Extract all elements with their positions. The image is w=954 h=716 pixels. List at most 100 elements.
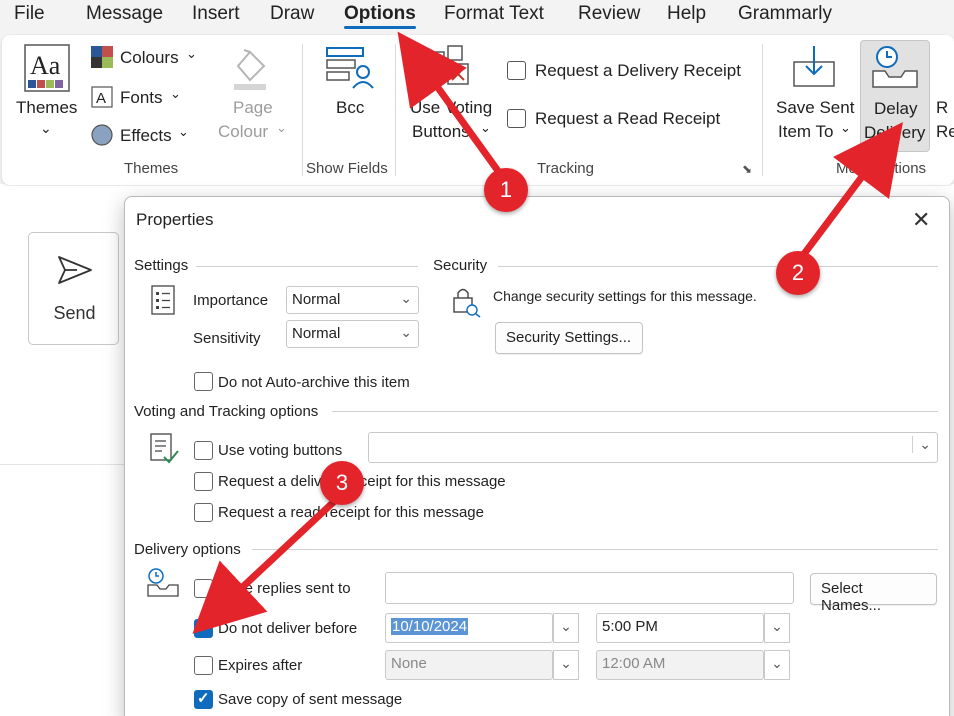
themes-label: Themes (16, 98, 78, 117)
page-colour-label-line2: Colour (218, 122, 269, 141)
deliver-time-value: 5:00 PM (602, 618, 658, 635)
importance-label: Importance (193, 292, 269, 309)
request-delivery-receipt-dialog-checkbox[interactable] (194, 472, 213, 491)
menu-bar: File Message Insert Draw Options Format … (0, 0, 954, 32)
time-picker-chevron-icon[interactable]: ⌄ (764, 650, 790, 680)
expires-time-value: 12:00 AM (602, 655, 666, 672)
delivery-divider (252, 549, 938, 550)
svg-text:A: A (96, 90, 106, 107)
have-replies-checkbox[interactable] (194, 579, 213, 598)
settings-heading: Settings (134, 257, 189, 274)
expires-time-field[interactable]: 12:00 AM (596, 650, 764, 680)
expires-after-checkbox[interactable] (194, 656, 213, 675)
request-delivery-receipt-label: Request a Delivery Receipt (535, 61, 741, 80)
close-icon[interactable]: ✕ (912, 207, 930, 233)
chevron-down-icon: ⌄ (178, 124, 189, 139)
select-names-button[interactable]: Select Names... (810, 573, 937, 614)
security-settings-button[interactable]: Security Settings... (495, 322, 643, 354)
do-not-deliver-label: Do not deliver before (218, 620, 358, 637)
dialog-title: Properties (136, 210, 214, 229)
expires-date-value: None (391, 655, 427, 672)
effects-label: Effects (120, 126, 172, 145)
colours-label: Colours (120, 48, 179, 67)
page-colour-label-line1: Page (233, 98, 273, 117)
sensitivity-value: Normal (292, 325, 341, 342)
bcc-icon (326, 47, 374, 89)
dialog-launcher-icon[interactable]: ⬊ (742, 162, 752, 176)
time-picker-chevron-icon[interactable]: ⌄ (764, 613, 790, 643)
annotation-badge-1: 1 (484, 168, 528, 212)
date-picker-chevron-icon[interactable]: ⌄ (553, 613, 579, 643)
chevron-down-icon: ⌄ (276, 120, 287, 135)
menu-draw[interactable]: Draw (270, 3, 314, 25)
date-picker-chevron-icon[interactable]: ⌄ (553, 650, 579, 680)
save-sent-folder-icon (793, 46, 835, 87)
save-sent-label-line2: Item To (778, 122, 834, 141)
ribbon-divider (395, 44, 396, 176)
show-fields-group-label: Show Fields (306, 160, 388, 177)
expires-after-label: Expires after (218, 657, 303, 674)
menu-review[interactable]: Review (578, 3, 640, 25)
cut-off-ribbon-text: Re (936, 122, 954, 141)
active-tab-indicator (344, 26, 416, 29)
chevron-down-icon: ⌄ (912, 436, 931, 453)
ribbon-divider (302, 44, 303, 176)
chevron-down-icon: ⌄ (400, 290, 412, 306)
fonts-icon: A (91, 86, 113, 108)
use-voting-checkbox[interactable] (194, 441, 213, 460)
delay-label-line2: Delivery (864, 123, 926, 142)
send-button[interactable]: Send (28, 232, 119, 345)
chevron-down-icon: ⌄ (170, 86, 181, 101)
send-icon (58, 256, 92, 284)
paint-bucket-icon (234, 49, 266, 90)
compose-divider (0, 464, 125, 465)
use-voting-label-line2: Buttons (412, 122, 470, 141)
expires-date-field[interactable]: None (385, 650, 553, 680)
tracking-group-label: Tracking (537, 160, 594, 177)
voting-divider (332, 411, 938, 412)
delivery-options-heading: Delivery options (134, 541, 241, 558)
menu-grammarly[interactable]: Grammarly (738, 3, 832, 25)
voting-options-select[interactable]: ⌄ (368, 432, 938, 463)
chevron-down-icon: ⌄ (480, 120, 491, 135)
sensitivity-label: Sensitivity (193, 330, 261, 347)
auto-archive-checkbox[interactable] (194, 372, 213, 391)
deliver-date-field[interactable]: 10/10/2024 (385, 613, 553, 643)
request-read-receipt-dialog-label: Request a read receipt for this message (218, 504, 484, 521)
themes-icon: Aa (24, 44, 70, 92)
save-copy-checkbox[interactable] (194, 689, 213, 709)
deliver-date-value: 10/10/2024 (391, 618, 469, 635)
ribbon-divider (762, 44, 763, 176)
importance-select[interactable]: Normal ⌄ (286, 286, 419, 314)
more-options-group-label: More Options (836, 160, 927, 177)
menu-message[interactable]: Message (86, 3, 163, 25)
read-receipt-check[interactable] (507, 109, 526, 128)
colours-icon (91, 46, 113, 68)
auto-archive-label: Do not Auto-archive this item (218, 374, 410, 391)
delay-delivery-button[interactable]: Delay Delivery (860, 40, 930, 152)
deliver-time-field[interactable]: 5:00 PM (596, 613, 764, 643)
use-voting-label-line1: Use Voting (410, 98, 493, 117)
chevron-down-icon: ⌄ (186, 46, 197, 61)
delivery-inbox-icon (147, 568, 179, 597)
bcc-label: Bcc (336, 98, 365, 117)
menu-help[interactable]: Help (667, 3, 706, 25)
have-replies-label: Have replies sent to (218, 580, 351, 597)
menu-options[interactable]: Options (344, 3, 416, 25)
have-replies-input[interactable] (385, 572, 794, 604)
themes-group-label: Themes (124, 160, 179, 177)
menu-file[interactable]: File (14, 3, 45, 25)
settings-divider (196, 266, 418, 267)
menu-insert[interactable]: Insert (192, 3, 240, 25)
save-copy-label: Save copy of sent message (218, 691, 403, 708)
delivery-receipt-check[interactable] (507, 61, 526, 80)
menu-format-text[interactable]: Format Text (444, 3, 544, 25)
importance-value: Normal (292, 291, 341, 308)
delay-label-line1: Delay (874, 99, 918, 118)
annotation-badge-2: 2 (776, 251, 820, 295)
request-read-receipt-dialog-checkbox[interactable] (194, 503, 213, 522)
sensitivity-select[interactable]: Normal ⌄ (286, 320, 419, 348)
do-not-deliver-checkbox[interactable] (194, 618, 213, 638)
voting-tracking-heading: Voting and Tracking options (134, 403, 319, 420)
chevron-down-icon: ⌄ (840, 120, 851, 135)
